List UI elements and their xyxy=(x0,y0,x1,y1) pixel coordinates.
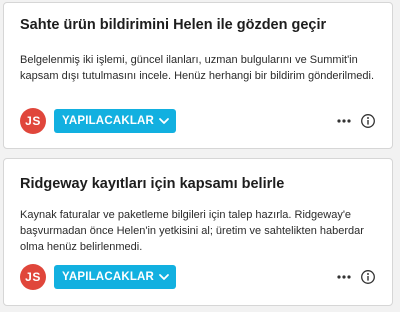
status-dropdown-button[interactable]: YAPILACAKLAR xyxy=(54,109,177,133)
task-footer: JS YAPILACAKLAR xyxy=(20,264,380,290)
task-description: Belgelenmiş iki işlemi, güncel ilanları,… xyxy=(20,54,375,82)
status-label: YAPILACAKLAR xyxy=(62,115,155,127)
task-footer: JS YAPILACAKLAR xyxy=(20,108,380,134)
task-card: Ridgeway kayıtları için kapsamı belirle … xyxy=(3,158,393,306)
task-card: Sahte ürün bildirimini Helen ile gözden … xyxy=(3,2,393,149)
more-horizontal-icon[interactable] xyxy=(336,113,352,129)
task-title: Ridgeway kayıtları için kapsamı belirle xyxy=(20,176,285,192)
chevron-down-icon xyxy=(159,274,169,280)
status-dropdown-button[interactable]: YAPILACAKLAR xyxy=(54,265,177,289)
avatar[interactable]: JS xyxy=(20,108,46,134)
more-horizontal-icon[interactable] xyxy=(336,269,352,285)
task-list: Sahte ürün bildirimini Helen ile gözden … xyxy=(0,0,400,312)
info-icon[interactable] xyxy=(360,113,376,129)
info-icon[interactable] xyxy=(360,269,376,285)
task-description: Kaynak faturalar ve paketleme bilgileri … xyxy=(20,209,364,253)
avatar[interactable]: JS xyxy=(20,264,46,290)
task-title: Sahte ürün bildirimini Helen ile gözden … xyxy=(20,17,327,33)
chevron-down-icon xyxy=(159,118,169,124)
status-label: YAPILACAKLAR xyxy=(62,271,155,283)
